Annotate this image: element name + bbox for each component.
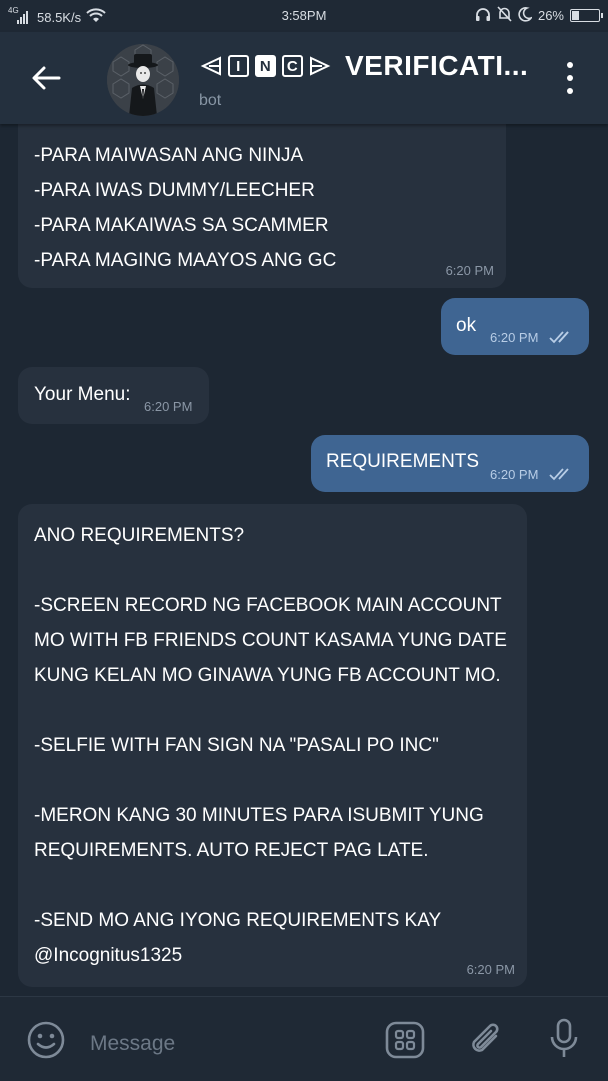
message-line: -PARA IWAS DUMMY/LEECHER [34, 180, 315, 201]
message-time: 6:20 PM [490, 330, 539, 345]
emoji-icon[interactable] [26, 1020, 66, 1065]
message-text: ok [456, 315, 477, 336]
message-bubble-incoming[interactable]: Your Menu: 6:20 PM [18, 367, 209, 424]
double-check-icon [549, 331, 569, 344]
message-text: Your Menu: [34, 384, 131, 405]
title-box-c: C [282, 55, 303, 77]
message-line: MO WITH FB FRIENDS COUNT KASAMA YUNG DAT… [34, 630, 507, 651]
message-line: -PARA MAGING MAAYOS ANG GC [34, 250, 337, 271]
message-time: 6:20 PM [466, 962, 515, 977]
masked-figure-icon [107, 44, 179, 116]
left-arrow-tri-icon [200, 56, 221, 76]
message-bubble-outgoing[interactable]: ok 6:20 PM [441, 298, 589, 355]
battery-icon [570, 9, 603, 22]
message-time: 6:20 PM [144, 399, 193, 414]
bot-commands-icon[interactable] [384, 1020, 426, 1065]
more-options-button[interactable] [562, 62, 578, 94]
message-time: 6:20 PM [490, 467, 539, 482]
chat-title[interactable]: I N C VERIFICATI... [200, 50, 540, 82]
title-box-i: I [228, 55, 249, 77]
right-arrow-tri-icon [310, 56, 331, 76]
battery-percent: 26% [537, 8, 564, 23]
back-button[interactable] [26, 60, 66, 96]
message-line: KUNG KELAN MO GINAWA YUNG FB ACCOUNT MO. [34, 665, 501, 686]
message-input[interactable] [88, 1031, 362, 1057]
message-time: 6:20 PM [445, 263, 494, 278]
message-line: -SEND MO ANG IYONG REQUIREMENTS KAY [34, 910, 442, 931]
message-bubble-incoming[interactable]: -PARA MAIWASAN ANG NINJA -PARA IWAS DUMM… [18, 124, 506, 288]
back-arrow-icon [32, 66, 61, 90]
attach-icon[interactable] [467, 1019, 507, 1066]
message-line [34, 553, 511, 588]
message-line: -PARA MAIWASAN ANG NINJA [34, 145, 304, 166]
message-line: ANO REQUIREMENTS? [34, 525, 245, 546]
double-check-icon [549, 468, 569, 481]
status-bar: 4G 58.5K/s 3:58PM 26% [0, 0, 608, 32]
title-box-n: N [255, 55, 276, 77]
avatar[interactable] [107, 44, 179, 116]
mic-icon[interactable] [547, 1017, 581, 1066]
message-line [34, 763, 511, 798]
message-line: -SCREEN RECORD NG FACEBOOK MAIN ACCOUNT [34, 595, 502, 616]
message-list[interactable]: -PARA MAIWASAN ANG NINJA -PARA IWAS DUMM… [0, 124, 608, 996]
chat-title-text: VERIFICATI... [345, 50, 529, 81]
message-composer [0, 996, 608, 1081]
headset-icon [475, 7, 491, 25]
notification-off-icon [497, 6, 512, 25]
message-line: @Incognitus1325 [34, 945, 183, 966]
chat-subtitle: bot [199, 92, 222, 109]
message-line [34, 693, 511, 728]
message-line: -MERON KANG 30 MINUTES PARA ISUBMIT YUNG [34, 805, 484, 826]
chat-header: I N C VERIFICATI... bot [0, 32, 608, 124]
message-line: -SELFIE WITH FAN SIGN NA "PASALI PO INC" [34, 735, 439, 756]
message-line [34, 868, 511, 903]
moon-icon [518, 6, 534, 25]
message-line: -PARA MAKAIWAS SA SCAMMER [34, 215, 329, 236]
more-vert-icon [567, 62, 573, 68]
message-bubble-incoming[interactable]: ANO REQUIREMENTS? -SCREEN RECORD NG FACE… [18, 504, 527, 987]
message-text: REQUIREMENTS [326, 451, 480, 472]
message-bubble-outgoing[interactable]: REQUIREMENTS 6:20 PM [311, 435, 589, 492]
message-line: REQUIREMENTS. AUTO REJECT PAG LATE. [34, 840, 429, 861]
